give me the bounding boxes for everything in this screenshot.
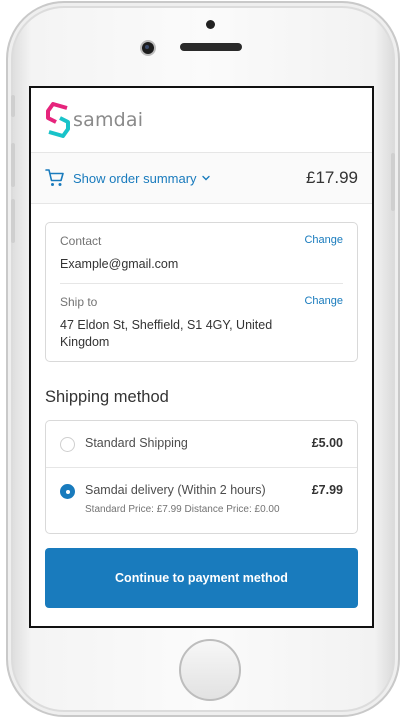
change-contact-link[interactable]: Change [304, 234, 343, 246]
show-order-summary-link[interactable]: Show order summary [73, 171, 197, 186]
volume-down-button [11, 199, 15, 243]
shipping-method-title: Shipping method [45, 388, 169, 406]
contact-row: Contact Change Example@gmail.com [60, 223, 343, 283]
chevron-down-icon [201, 175, 210, 181]
continue-to-payment-button[interactable]: Continue to payment method [45, 548, 358, 608]
brand-name: samdai [73, 109, 144, 131]
contact-label: Contact [60, 234, 102, 248]
power-button [391, 153, 395, 211]
checkout-content: Contact Change Example@gmail.com Ship to… [31, 204, 372, 608]
shipping-options: Standard Shipping £5.00 Samdai delivery … [45, 420, 358, 534]
shipping-option-description: Standard Price: £7.99 Distance Price: £0… [85, 504, 280, 515]
order-total: £17.99 [306, 168, 358, 187]
contact-value: Example@gmail.com [60, 257, 179, 271]
ship-to-label: Ship to [60, 295, 98, 309]
header: samdai [31, 88, 372, 152]
radio-standard-shipping[interactable] [60, 437, 75, 452]
volume-up-button [11, 143, 15, 187]
order-summary-toggle[interactable]: Show order summary £17.99 [31, 152, 372, 204]
review-block: Contact Change Example@gmail.com Ship to… [45, 222, 358, 362]
shipping-option-text: Samdai delivery (Within 2 hours) Standar… [85, 483, 304, 518]
checkout-screen: samdai Show order summary £17.99 Contact… [29, 86, 374, 628]
cart-icon [45, 169, 64, 186]
radio-samdai-delivery[interactable] [60, 484, 75, 499]
shipping-option-price: £5.00 [311, 436, 343, 450]
ship-to-row: Ship to Change 47 Eldon St, Sheffield, S… [60, 283, 343, 361]
shipping-option-text: Standard Shipping [85, 436, 304, 452]
proximity-sensor [206, 20, 215, 29]
front-camera [142, 42, 154, 54]
shipping-option-standard[interactable]: Standard Shipping £5.00 [46, 421, 357, 467]
change-ship-to-link[interactable]: Change [304, 295, 343, 307]
shipping-option-samdai-delivery[interactable]: Samdai delivery (Within 2 hours) Standar… [46, 467, 357, 533]
home-button[interactable] [179, 639, 241, 701]
mute-switch [11, 95, 15, 117]
ship-to-value: 47 Eldon St, Sheffield, S1 4GY, United K… [60, 318, 273, 349]
shipping-option-name: Samdai delivery (Within 2 hours) [85, 483, 266, 497]
shipping-option-name: Standard Shipping [85, 436, 188, 450]
shipping-option-price: £7.99 [311, 483, 343, 497]
samdai-logo-icon[interactable] [45, 102, 71, 138]
earpiece-speaker [180, 43, 242, 51]
